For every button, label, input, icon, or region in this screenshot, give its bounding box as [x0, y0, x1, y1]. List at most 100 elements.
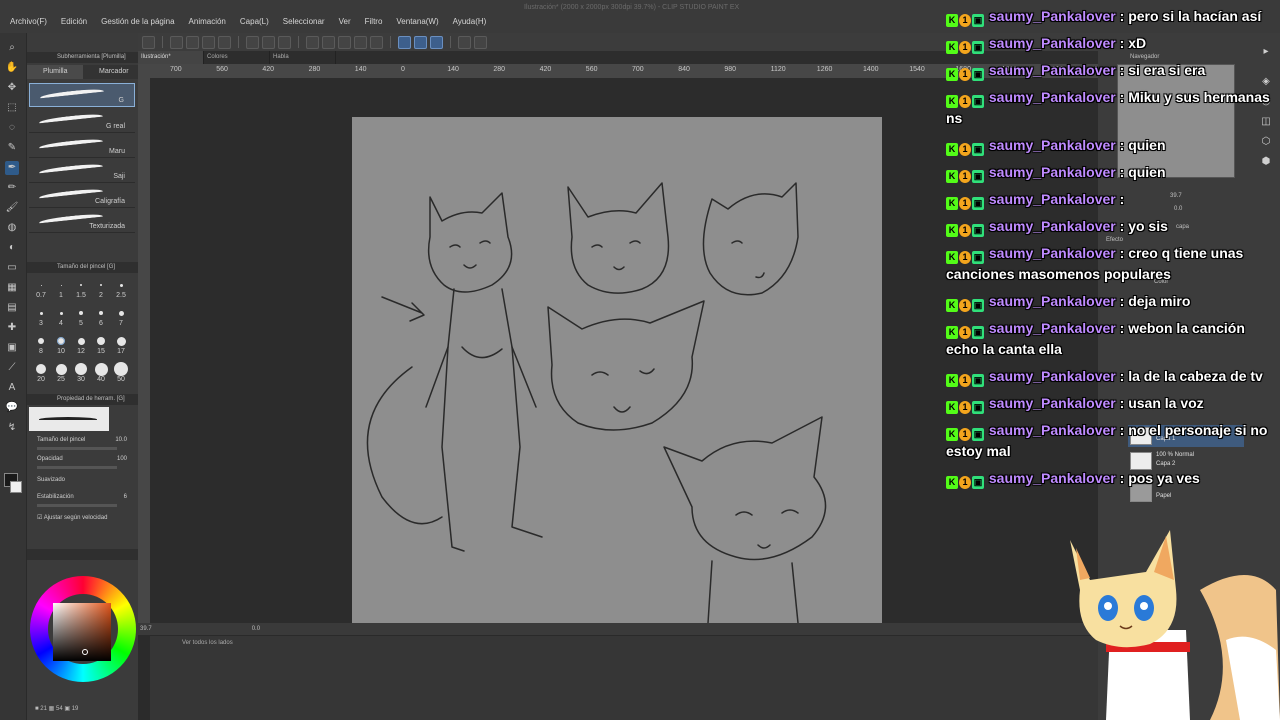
transform-icon[interactable]	[322, 35, 335, 49]
snap-ruler-icon[interactable]	[398, 35, 411, 49]
brush-g[interactable]: G	[29, 83, 135, 107]
brush-size-dot[interactable]	[118, 310, 124, 316]
chat-username[interactable]: saumy_Pankalover	[989, 470, 1116, 486]
brush-size-dot[interactable]	[55, 363, 67, 375]
chat-username[interactable]: saumy_Pankalover	[989, 191, 1116, 207]
crop-icon[interactable]	[338, 35, 351, 49]
figure-icon[interactable]: ✚	[5, 321, 19, 335]
brush-size-dot[interactable]	[77, 337, 85, 345]
brush-size-dot[interactable]	[36, 364, 46, 374]
menu-help[interactable]: Ayuda(H)	[453, 17, 487, 26]
menu-filter[interactable]: Filtro	[365, 17, 383, 26]
frame-icon[interactable]: ▣	[5, 341, 19, 355]
brush-size-dot[interactable]	[60, 284, 62, 286]
brush-size-dot[interactable]	[79, 311, 83, 315]
chat-username[interactable]: saumy_Pankalover	[989, 164, 1116, 180]
zoom-icon[interactable]: ⌕	[5, 41, 19, 55]
brush-saji[interactable]: Saji	[29, 159, 135, 183]
brush-size-dot[interactable]	[57, 337, 65, 345]
chat-username[interactable]: saumy_Pankalover	[989, 320, 1116, 336]
brush-size-row[interactable]: Tamaño del pincel 10.0	[37, 437, 135, 450]
menu-file[interactable]: Archivo(F)	[10, 17, 47, 26]
speed-checkbox-row[interactable]: ☑ Ajustar según velocidad	[37, 514, 107, 521]
eyedropper-icon[interactable]: ✎	[5, 141, 19, 155]
stabilization-row[interactable]: Estabilización 6	[37, 494, 135, 507]
stabilization-slider[interactable]	[37, 504, 117, 507]
undo-icon[interactable]	[246, 35, 259, 49]
tab-plumilla[interactable]: Plumilla	[27, 65, 83, 79]
eraser-icon[interactable]: ▭	[5, 261, 19, 275]
brush-icon[interactable]: 🖌	[5, 201, 19, 215]
snap-guide-icon[interactable]	[414, 35, 427, 49]
chat-username[interactable]: saumy_Pankalover	[989, 293, 1116, 309]
deselect-icon[interactable]	[354, 35, 367, 49]
menu-select[interactable]: Seleccionar	[283, 17, 325, 26]
brush-size-dot[interactable]	[80, 284, 82, 286]
opacity-slider[interactable]	[37, 466, 117, 469]
brush-size-slider[interactable]	[37, 447, 117, 450]
chat-username[interactable]: saumy_Pankalover	[989, 8, 1116, 24]
sub-color-swatch[interactable]	[10, 481, 22, 493]
smoothing-row[interactable]: Suavizado	[37, 477, 135, 487]
home-icon[interactable]	[142, 35, 155, 49]
brush-size-dot[interactable]	[97, 337, 105, 345]
invert-selection-icon[interactable]	[370, 35, 383, 49]
brush-size-dot[interactable]	[116, 336, 126, 346]
airbrush-icon[interactable]: ◍	[5, 221, 19, 235]
chat-username[interactable]: saumy_Pankalover	[989, 35, 1116, 51]
save-icon[interactable]	[202, 35, 215, 49]
snap-grid-icon[interactable]	[430, 35, 443, 49]
new-file-icon[interactable]	[170, 35, 183, 49]
drawing-canvas[interactable]	[352, 117, 882, 623]
settings-icon[interactable]	[474, 35, 487, 49]
menu-layer[interactable]: Capa(L)	[240, 17, 269, 26]
chat-username[interactable]: saumy_Pankalover	[989, 62, 1116, 78]
tab-colores[interactable]: Colores	[204, 51, 270, 64]
brush-maru[interactable]: Maru	[29, 134, 135, 158]
brush-texturizada[interactable]: Texturizada	[29, 209, 135, 233]
brush-size-dot[interactable]	[38, 338, 44, 344]
clear-icon[interactable]	[278, 35, 291, 49]
menu-window[interactable]: Ventana(W)	[396, 17, 438, 26]
balloon-icon[interactable]: 💬	[5, 401, 19, 415]
ruler-icon[interactable]: ⟋	[5, 361, 19, 375]
menu-view[interactable]: Ver	[339, 17, 351, 26]
fill-icon[interactable]	[306, 35, 319, 49]
move-icon[interactable]: ✥	[5, 81, 19, 95]
chat-username[interactable]: saumy_Pankalover	[989, 368, 1116, 384]
brush-caligrafia[interactable]: Caligrafía	[29, 184, 135, 208]
correct-line-icon[interactable]: ↯	[5, 421, 19, 435]
chat-username[interactable]: saumy_Pankalover	[989, 218, 1116, 234]
open-file-icon[interactable]	[186, 35, 199, 49]
color-picker-knob[interactable]	[82, 649, 88, 655]
chat-username[interactable]: saumy_Pankalover	[989, 422, 1116, 438]
selection-icon[interactable]: ⬚	[5, 101, 19, 115]
tab-ilustracion[interactable]: Ilustración*	[138, 51, 204, 64]
export-icon[interactable]	[218, 35, 231, 49]
tablet-icon[interactable]	[458, 35, 471, 49]
brush-g-real[interactable]: G real	[29, 109, 135, 133]
brush-size-dot[interactable]	[75, 363, 87, 375]
hand-icon[interactable]: ✋	[5, 61, 19, 75]
blend-icon[interactable]: ◐	[5, 241, 19, 255]
zoom-value[interactable]: 39.7	[140, 626, 152, 632]
gradient-icon[interactable]: ▤	[5, 301, 19, 315]
brush-size-dot[interactable]	[99, 311, 103, 315]
brush-size-dot[interactable]	[100, 284, 102, 286]
brush-size-dot[interactable]	[119, 283, 123, 287]
chat-username[interactable]: saumy_Pankalover	[989, 89, 1116, 105]
tab-marcador[interactable]: Marcador	[83, 65, 139, 79]
opacity-value[interactable]: 100	[117, 456, 127, 462]
fill-tool-icon[interactable]: ▦	[5, 281, 19, 295]
redo-icon[interactable]	[262, 35, 275, 49]
brush-size-value[interactable]: 10.0	[115, 437, 127, 443]
tab-habla[interactable]: Habla	[270, 51, 336, 64]
pencil-icon[interactable]: ✏	[5, 181, 19, 195]
chat-username[interactable]: saumy_Pankalover	[989, 137, 1116, 153]
opacity-row[interactable]: Opacidad 100	[37, 456, 135, 469]
brush-size-dot[interactable]	[94, 362, 108, 376]
angle-value[interactable]: 0.0	[252, 626, 260, 632]
menu-page-management[interactable]: Gestión de la página	[101, 17, 174, 26]
brush-size-dot[interactable]	[39, 311, 43, 315]
chat-username[interactable]: saumy_Pankalover	[989, 245, 1116, 261]
